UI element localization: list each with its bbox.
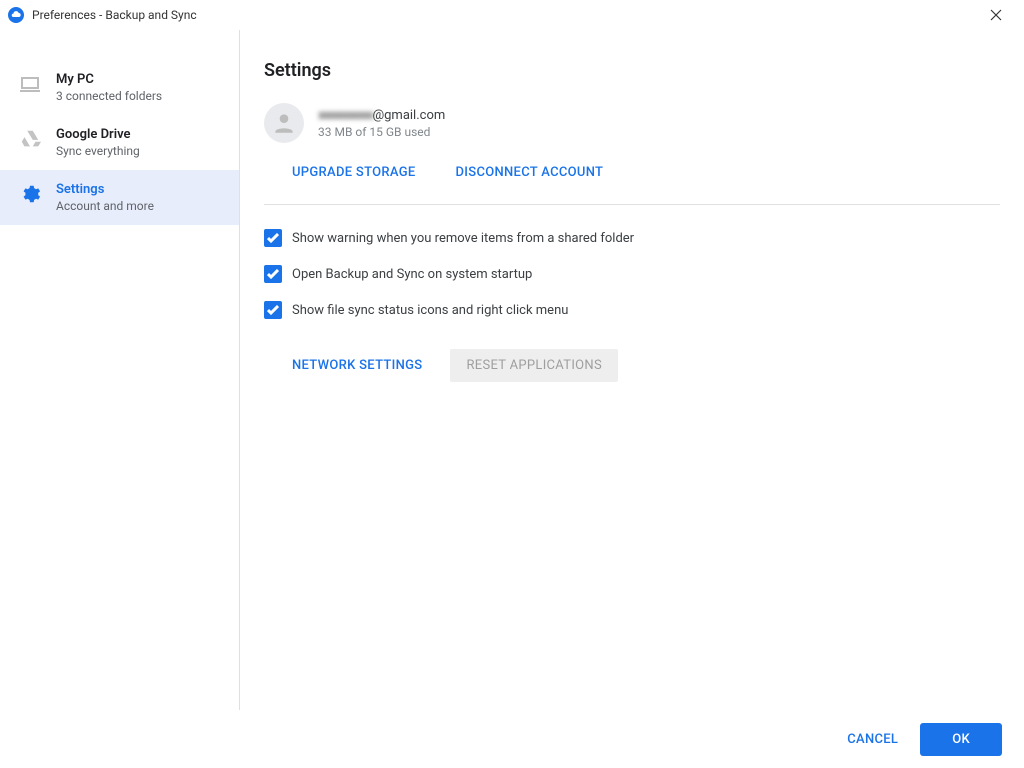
app-cloud-icon	[8, 7, 24, 23]
checkbox-row-shared-warning: Show warning when you remove items from …	[264, 229, 1000, 247]
titlebar: Preferences - Backup and Sync	[0, 0, 1024, 30]
sidebar-item-subtitle: Sync everything	[56, 144, 140, 158]
avatar	[264, 103, 304, 143]
footer: CANCEL OK	[0, 710, 1024, 768]
checkbox-label: Show warning when you remove items from …	[292, 231, 634, 246]
sidebar-item-settings[interactable]: Settings Account and more	[0, 170, 239, 225]
account-row: xxxxxxxxxxx@gmail.com 33 MB of 15 GB use…	[264, 103, 1000, 143]
sidebar-item-title: My PC	[56, 72, 162, 87]
sidebar-item-my-pc[interactable]: My PC 3 connected folders	[0, 60, 239, 115]
divider	[264, 204, 1000, 205]
sidebar-item-title: Settings	[56, 182, 154, 197]
account-email: xxxxxxxxxxx@gmail.com	[318, 108, 445, 123]
sidebar-item-title: Google Drive	[56, 127, 140, 142]
storage-usage: 33 MB of 15 GB used	[318, 125, 445, 139]
sidebar-item-subtitle: Account and more	[56, 199, 154, 213]
laptop-icon	[18, 72, 42, 96]
network-settings-button[interactable]: NETWORK SETTINGS	[292, 358, 422, 373]
checkbox-row-startup: Open Backup and Sync on system startup	[264, 265, 1000, 283]
window-title: Preferences - Backup and Sync	[32, 8, 976, 22]
close-icon	[990, 9, 1002, 21]
checkbox-startup[interactable]	[264, 265, 282, 283]
page-title: Settings	[264, 60, 1000, 81]
checkbox-label: Open Backup and Sync on system startup	[292, 267, 532, 282]
ok-button[interactable]: OK	[920, 723, 1002, 756]
disconnect-account-button[interactable]: DISCONNECT ACCOUNT	[456, 165, 604, 180]
upgrade-storage-button[interactable]: UPGRADE STORAGE	[292, 165, 416, 180]
gear-icon	[18, 182, 42, 206]
cancel-button[interactable]: CANCEL	[847, 732, 898, 747]
sidebar-item-subtitle: 3 connected folders	[56, 89, 162, 103]
checkbox-label: Show file sync status icons and right cl…	[292, 303, 568, 318]
sidebar-item-google-drive[interactable]: Google Drive Sync everything	[0, 115, 239, 170]
drive-icon	[18, 127, 42, 151]
close-button[interactable]	[976, 1, 1016, 29]
reset-applications-button[interactable]: RESET APPLICATIONS	[450, 349, 618, 382]
checkbox-shared-warning[interactable]	[264, 229, 282, 247]
checkbox-row-status-icons: Show file sync status icons and right cl…	[264, 301, 1000, 319]
sidebar: My PC 3 connected folders Google Drive S…	[0, 30, 240, 710]
main-panel: Settings xxxxxxxxxxx@gmail.com 33 MB of …	[240, 30, 1024, 710]
checkbox-status-icons[interactable]	[264, 301, 282, 319]
